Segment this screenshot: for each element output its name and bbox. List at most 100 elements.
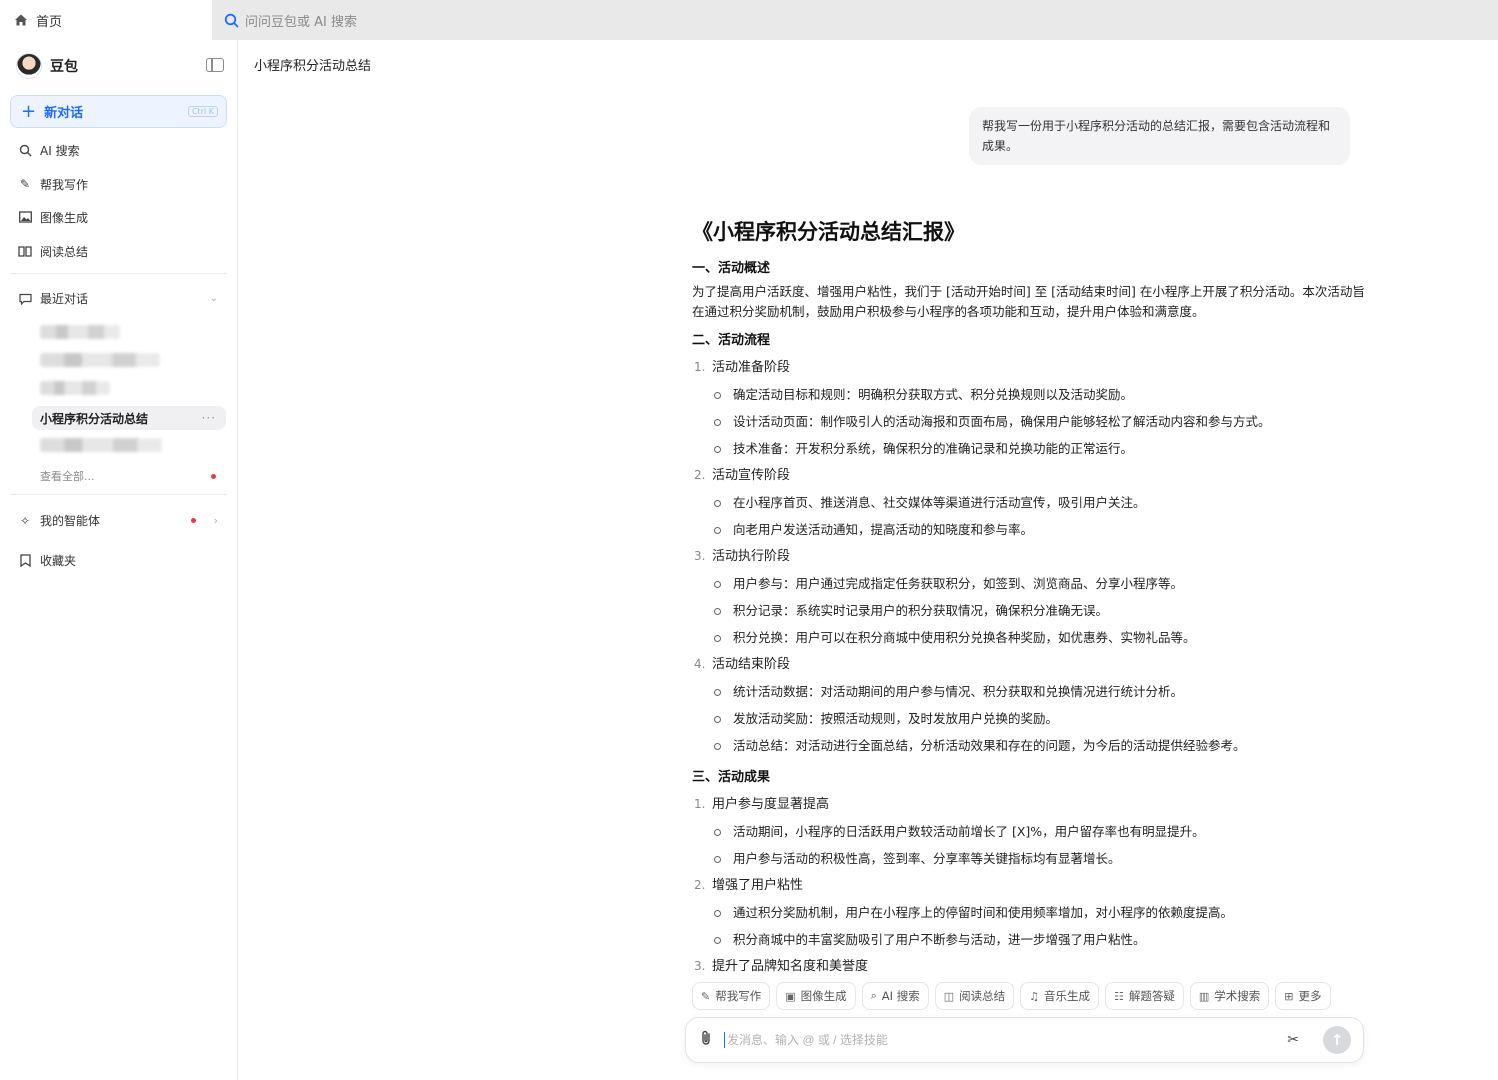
bullet-list-item: 活动期间，小程序的日活跃用户数较活动前增长了 [X]%，用户留存率也有明显提升。 <box>692 818 1372 845</box>
skill-button-academic[interactable]: ▥ 学术搜索 <box>1189 982 1270 1010</box>
recent-label: 最近对话 <box>40 292 89 306</box>
qa-icon: ☷ <box>1114 989 1124 1003</box>
more-grid-icon: ⊞ <box>1284 989 1294 1003</box>
ordered-list-item: 3. 活动执行阶段 <box>692 543 1372 570</box>
collapse-sidebar-icon[interactable] <box>206 58 224 72</box>
notification-dot <box>211 473 216 479</box>
blurred-chat-item[interactable] <box>40 353 160 367</box>
notification-dot <box>190 518 196 523</box>
ordered-list-item: 1. 活动准备阶段 <box>692 354 1372 381</box>
list-item-label: 增强了用户粘性 <box>712 878 804 893</box>
nav-image-generation[interactable]: 图像生成 <box>18 207 88 227</box>
agents-label: 我的智能体 <box>40 514 101 528</box>
attachment-icon[interactable] <box>700 1030 716 1050</box>
recent-chats-header[interactable]: 最近对话 ⌄ <box>18 290 218 307</box>
list-item-label: 用户参与度显著提高 <box>712 797 830 812</box>
bullet-list-item: 统计活动数据：对活动期间的用户参与情况、积分获取和兑换情况进行统计分析。 <box>692 678 1372 705</box>
music-icon: ♫ <box>1029 989 1039 1003</box>
list-number: 3. <box>694 959 706 973</box>
nav-label: 帮我写作 <box>40 177 89 192</box>
skill-button-qa[interactable]: ☷ 解题答疑 <box>1105 982 1184 1010</box>
ordered-list-item: 2. 增强了用户粘性 <box>692 872 1372 899</box>
skill-button-music[interactable]: ♫ 音乐生成 <box>1020 982 1099 1010</box>
skill-label: 帮我写作 <box>715 989 762 1003</box>
bullet-list-item: 通过积分奖励机制，用户在小程序上的停留时间和使用频率增加，对小程序的依赖度提高。 <box>692 899 1372 926</box>
brand-name: 豆包 <box>50 59 78 75</box>
search-tab[interactable]: 问问豆包或 AI 搜索 <box>212 0 1498 40</box>
ordered-list-item: 1. 用户参与度显著提高 <box>692 791 1372 818</box>
list-item-label: 活动准备阶段 <box>712 360 791 375</box>
scissors-icon[interactable]: ✂ <box>1287 1032 1299 1048</box>
nav-writing[interactable]: ✎ 帮我写作 <box>18 174 88 194</box>
list-number: 1. <box>694 797 706 811</box>
skill-label: 音乐生成 <box>1044 989 1090 1003</box>
nav-label: AI 搜索 <box>40 143 80 158</box>
skill-button-image[interactable]: ▣ 图像生成 <box>776 982 856 1010</box>
list-number: 2. <box>694 878 706 892</box>
results-list: 1. 用户参与度显著提高活动期间，小程序的日活跃用户数较活动前增长了 [X]%，用… <box>692 791 1372 974</box>
reading-icon: ◫ <box>943 989 955 1003</box>
bullet-list-item: 积分商城中的丰富奖励吸引了用户不断参与活动，进一步增强了用户粘性。 <box>692 926 1372 953</box>
bullet-list-item: 积分记录：系统实时记录用户的积分获取情况，确保积分准确无误。 <box>692 597 1372 624</box>
skill-label: 更多 <box>1298 989 1322 1003</box>
skill-label: 阅读总结 <box>959 989 1006 1003</box>
process-list: 1. 活动准备阶段 确定活动目标和规则：明确积分获取方式、积分兑换规则以及活动奖励。… <box>692 354 1372 759</box>
assistant-response: 《小程序积分活动总结汇报》 一、活动概述 为了提高用户活跃度、增强用户粘性，我们… <box>692 214 1372 974</box>
image-icon: ▣ <box>785 989 796 1003</box>
section-paragraph: 为了提高用户活跃度、增强用户粘性，我们于 [活动开始时间] 至 [活动结束时间]… <box>692 284 1365 319</box>
skill-label: 图像生成 <box>800 989 847 1003</box>
nav-label: 图像生成 <box>40 210 89 225</box>
skill-button-writing[interactable]: ✎ 帮我写作 <box>692 982 771 1010</box>
blurred-chat-item[interactable] <box>40 438 162 452</box>
brand[interactable]: 豆包 <box>16 50 78 82</box>
new-chat-label: 新对话 <box>44 106 84 121</box>
divider <box>10 494 227 495</box>
view-all-label: 查看全部... <box>40 470 95 483</box>
send-button[interactable]: ↑ <box>1323 1026 1351 1054</box>
section-heading: 三、活动成果 <box>692 770 771 785</box>
skill-button-more-grid[interactable]: ⊞ 更多 <box>1275 982 1331 1010</box>
view-all-link[interactable]: 查看全部... <box>40 468 216 484</box>
bookmark-icon <box>18 553 32 567</box>
message-input[interactable] <box>724 1032 1288 1048</box>
skill-label: AI 搜索 <box>881 989 920 1003</box>
new-chat-button[interactable]: + 新对话 Ctrl K <box>10 95 227 128</box>
top-bar: 首页 问问豆包或 AI 搜索 <box>0 0 1498 40</box>
section-heading: 二、活动流程 <box>692 333 771 348</box>
sparkle-icon: ✧ <box>19 513 31 528</box>
ordered-list-item: 3. 提升了品牌知名度和美誉度 <box>692 953 1372 974</box>
bullet-list-item: 确定活动目标和规则：明确积分获取方式、积分兑换规则以及活动奖励。 <box>692 381 1372 408</box>
active-chat-item[interactable]: 小程序积分活动总结 ··· <box>32 406 226 430</box>
nav-ai-search[interactable]: AI 搜索 <box>18 140 80 160</box>
nav-label: 阅读总结 <box>40 244 89 259</box>
home-label: 首页 <box>36 14 63 30</box>
page-title: 小程序积分活动总结 <box>254 59 372 74</box>
skill-label: 学术搜索 <box>1214 989 1261 1003</box>
blurred-chat-item[interactable] <box>40 325 120 339</box>
ordered-list-item: 2. 活动宣传阶段 <box>692 462 1372 489</box>
academic-icon: ▥ <box>1198 989 1210 1003</box>
bullet-list-item: 用户参与：用户通过完成指定任务获取积分，如签到、浏览商品、分享小程序等。 <box>692 570 1372 597</box>
skill-button-ai-search[interactable]: ⌕ AI 搜索 <box>861 982 929 1010</box>
nav-reading-summary[interactable]: 阅读总结 <box>18 241 88 261</box>
list-item-label: 活动结束阶段 <box>712 657 791 672</box>
home-tab[interactable]: 首页 <box>0 0 212 40</box>
ai-search-icon: ⌕ <box>870 989 877 1002</box>
search-placeholder: 问问豆包或 AI 搜索 <box>245 14 357 30</box>
list-item-label: 活动宣传阶段 <box>712 468 791 483</box>
bullet-list-item: 活动总结：对活动进行全面总结，分析活动效果和存在的问题，为今后的活动提供经验参考… <box>692 732 1372 759</box>
more-icon[interactable]: ··· <box>202 411 216 425</box>
favorites-label: 收藏夹 <box>40 553 77 568</box>
writing-icon: ✎ <box>701 989 711 1003</box>
skill-button-reading[interactable]: ◫ 阅读总结 <box>934 982 1015 1010</box>
plus-icon: + <box>21 100 37 122</box>
bullet-list-item: 技术准备：开发积分系统，确保积分的准确记录和兑换功能的正常运行。 <box>692 435 1372 462</box>
favorites-item[interactable]: 收藏夹 <box>18 550 76 570</box>
bullet-list-item: 积分兑换：用户可以在积分商城中使用积分兑换各种奖励，如优惠券、实物礼品等。 <box>692 624 1372 651</box>
my-agents-item[interactable]: ✧ 我的智能体 › <box>18 512 218 529</box>
skills-bar: ✎ 帮我写作 ▣ 图像生成 ⌕ AI 搜索 ◫ 阅读总结 ♫ 音乐生成 ☷ 解题答疑 ▥ 学术搜索 ⊞ 更多 <box>692 982 1331 1010</box>
blurred-chat-item[interactable] <box>40 381 110 395</box>
doc-title: 《小程序积分活动总结汇报》 <box>692 220 965 244</box>
active-chat-label: 小程序积分活动总结 <box>40 411 149 426</box>
image-icon <box>18 210 32 224</box>
